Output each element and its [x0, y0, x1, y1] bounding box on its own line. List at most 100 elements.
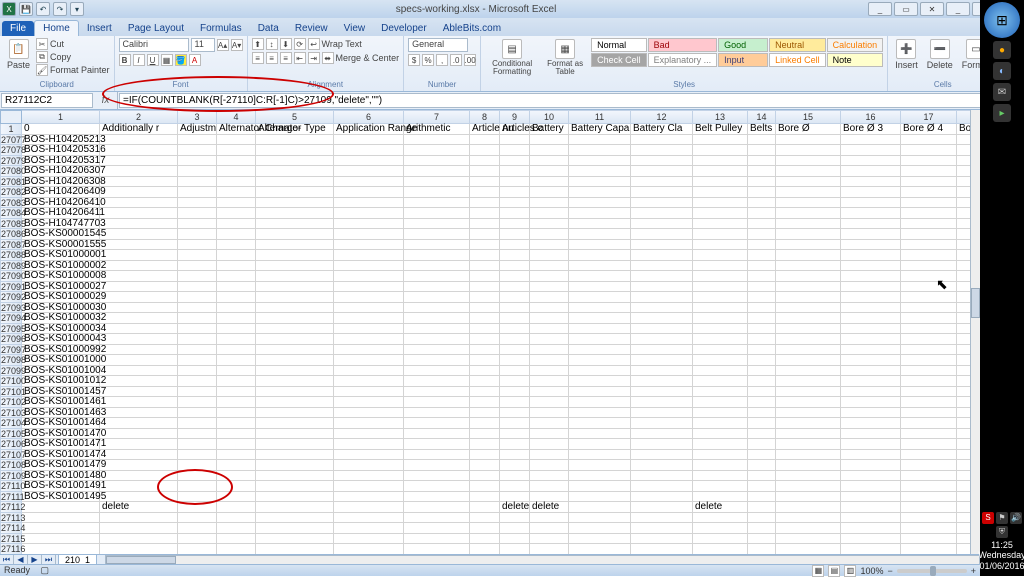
sheet-nav-prev[interactable]: ◀	[14, 555, 28, 565]
cell[interactable]	[100, 429, 178, 440]
cell[interactable]	[404, 397, 470, 408]
cell[interactable]	[470, 439, 500, 450]
cell[interactable]: Application Range	[334, 124, 404, 135]
cell[interactable]: Alternator Type	[256, 124, 334, 135]
cell[interactable]	[693, 366, 748, 377]
row-header[interactable]: 27103	[0, 408, 22, 419]
cell[interactable]	[569, 198, 631, 209]
cell[interactable]	[217, 177, 256, 188]
cell[interactable]	[334, 166, 404, 177]
cell[interactable]	[569, 345, 631, 356]
row-header[interactable]: 27089	[0, 261, 22, 272]
cell[interactable]	[748, 292, 776, 303]
cell[interactable]	[100, 534, 178, 545]
cell[interactable]	[748, 334, 776, 345]
cell[interactable]	[217, 460, 256, 471]
cell[interactable]	[217, 292, 256, 303]
cell[interactable]	[178, 313, 217, 324]
cell[interactable]	[256, 492, 334, 503]
cell[interactable]	[217, 471, 256, 482]
cell[interactable]	[901, 166, 957, 177]
cell[interactable]	[500, 387, 530, 398]
column-header[interactable]: 9	[500, 110, 530, 124]
cell[interactable]	[748, 187, 776, 198]
select-all-button[interactable]	[0, 110, 22, 124]
cell[interactable]	[841, 345, 901, 356]
cell[interactable]	[334, 198, 404, 209]
cell[interactable]	[530, 481, 569, 492]
row-header[interactable]: 27113	[0, 513, 22, 524]
row-header[interactable]: 27106	[0, 439, 22, 450]
cell[interactable]	[178, 135, 217, 146]
workbook-restore-button[interactable]: ▭	[894, 2, 918, 16]
cell[interactable]	[776, 271, 841, 282]
cell[interactable]	[470, 492, 500, 503]
cell[interactable]	[776, 502, 841, 513]
cell[interactable]	[631, 250, 693, 261]
cell[interactable]	[256, 166, 334, 177]
cell[interactable]	[334, 219, 404, 230]
underline-button[interactable]: U	[147, 54, 159, 66]
row-header[interactable]: 27104	[0, 418, 22, 429]
cell-style-option[interactable]: Normal	[591, 38, 647, 52]
cell[interactable]	[470, 418, 500, 429]
cell[interactable]	[901, 460, 957, 471]
cell[interactable]	[693, 229, 748, 240]
cell[interactable]	[404, 313, 470, 324]
cell[interactable]	[748, 502, 776, 513]
cell[interactable]	[748, 513, 776, 524]
cell[interactable]	[334, 250, 404, 261]
cell[interactable]	[404, 240, 470, 251]
row-header[interactable]: 27101	[0, 387, 22, 398]
fx-button[interactable]: fx	[94, 92, 118, 109]
cell[interactable]	[569, 177, 631, 188]
cell[interactable]	[470, 460, 500, 471]
cell[interactable]	[901, 513, 957, 524]
cell[interactable]	[748, 439, 776, 450]
cell[interactable]	[841, 250, 901, 261]
cell[interactable]	[334, 429, 404, 440]
cell[interactable]	[841, 429, 901, 440]
cell[interactable]	[776, 229, 841, 240]
cell[interactable]	[404, 502, 470, 513]
column-header[interactable]: 1	[22, 110, 100, 124]
cell[interactable]	[631, 292, 693, 303]
conditional-formatting-button[interactable]: ▤Conditional Formatting	[485, 38, 539, 77]
cell[interactable]	[631, 513, 693, 524]
column-header[interactable]: 13	[693, 110, 748, 124]
cell[interactable]	[530, 450, 569, 461]
cell[interactable]	[748, 261, 776, 272]
cell[interactable]	[631, 187, 693, 198]
cell[interactable]	[178, 261, 217, 272]
cell[interactable]	[470, 313, 500, 324]
cell[interactable]	[748, 450, 776, 461]
cell[interactable]	[530, 198, 569, 209]
cell[interactable]	[217, 513, 256, 524]
tab-insert[interactable]: Insert	[79, 21, 120, 36]
cell[interactable]	[569, 145, 631, 156]
cell[interactable]	[217, 261, 256, 272]
cell[interactable]	[178, 229, 217, 240]
cell[interactable]	[100, 408, 178, 419]
row-header[interactable]: 27105	[0, 429, 22, 440]
cell[interactable]	[841, 439, 901, 450]
cell[interactable]	[693, 324, 748, 335]
row-header[interactable]: 27109	[0, 471, 22, 482]
cell[interactable]	[178, 481, 217, 492]
cell[interactable]	[217, 345, 256, 356]
cell[interactable]	[631, 492, 693, 503]
cell[interactable]	[334, 439, 404, 450]
cell[interactable]	[404, 145, 470, 156]
insert-cells-button[interactable]: ➕Insert	[892, 38, 921, 71]
cell[interactable]	[530, 387, 569, 398]
cell[interactable]	[530, 250, 569, 261]
cell[interactable]	[569, 481, 631, 492]
tray-icon[interactable]: S	[982, 512, 994, 524]
cell-style-option[interactable]: Good	[718, 38, 768, 52]
cell-style-option[interactable]: Note	[827, 53, 884, 67]
cell[interactable]	[100, 387, 178, 398]
cell[interactable]	[404, 303, 470, 314]
cell[interactable]	[500, 439, 530, 450]
cell[interactable]	[569, 187, 631, 198]
cell[interactable]	[530, 355, 569, 366]
